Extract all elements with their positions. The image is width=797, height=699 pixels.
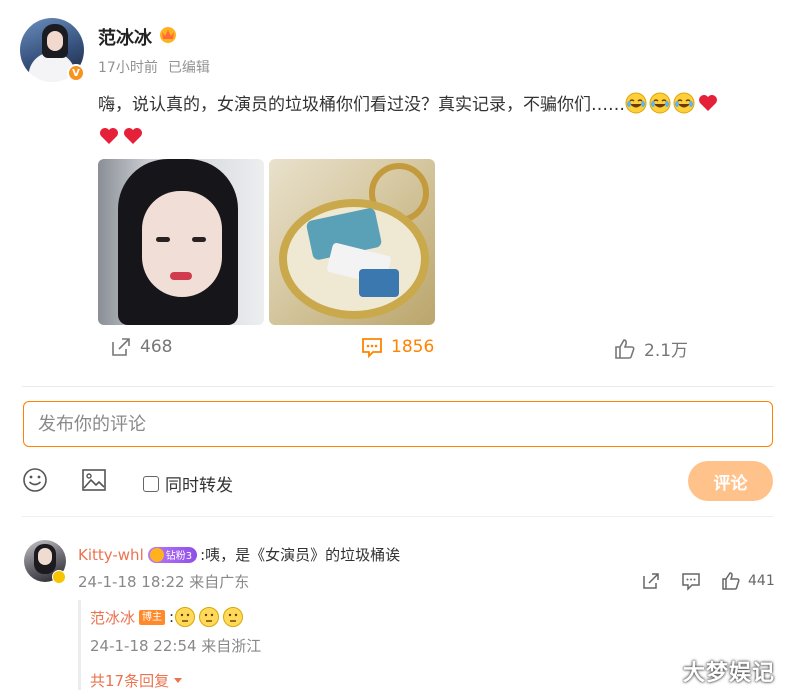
share-icon xyxy=(112,338,130,356)
post-time[interactable]: 17小时前 xyxy=(98,57,158,77)
post-actions: 468 1856 2.1万 xyxy=(0,336,797,364)
thinking-emoji-icon xyxy=(223,607,244,627)
comment-like-icon[interactable] xyxy=(721,571,741,591)
author-name[interactable]: 范冰冰 xyxy=(98,24,152,50)
reply-author-name[interactable]: 范冰冰 xyxy=(90,607,135,628)
comment-count: 1856 xyxy=(391,337,435,357)
post-text-main: 嗨，说认真的，女演员的垃圾桶你们看过没？真实记录，不骗你们…… xyxy=(98,95,625,115)
reply-thread-line xyxy=(78,600,81,690)
fan-level-badge: 钻粉3 xyxy=(147,546,198,563)
image-icon[interactable] xyxy=(81,467,107,493)
comment-like-count: 441 xyxy=(748,573,775,589)
reply-meta: 24-1-18 22:54 来自浙江 xyxy=(90,637,262,655)
submit-comment-button[interactable]: 评论 xyxy=(688,461,773,501)
smiley-icon[interactable] xyxy=(22,467,48,493)
repost-label: 同时转发 xyxy=(165,476,233,496)
chevron-down-icon xyxy=(174,677,183,683)
post-meta: 17小时前 已编辑 xyxy=(98,57,210,77)
crown-icon xyxy=(160,27,176,43)
fan-badge-icon xyxy=(149,547,164,562)
reply-line: 范冰冰 博主 : xyxy=(90,606,246,628)
comment-share-icon[interactable] xyxy=(641,571,661,591)
comment-line: Kitty-whl 钻粉3 :咦，是《女演员》的垃圾桶诶 xyxy=(78,544,400,565)
comment-icon xyxy=(362,338,382,358)
comment-tools: 441 xyxy=(0,571,797,591)
host-badge: 博主 xyxy=(139,609,166,625)
share-count: 468 xyxy=(140,337,173,357)
divider xyxy=(22,516,774,517)
comment-text: :咦，是《女演员》的垃圾桶诶 xyxy=(200,546,401,564)
heart-emoji-icon xyxy=(100,128,118,144)
trash-bin-photo[interactable] xyxy=(269,159,435,325)
share-button[interactable]: 468 xyxy=(110,336,172,358)
laugh-cry-emoji-icon xyxy=(673,92,695,114)
heart-emoji-icon xyxy=(124,128,142,144)
selfie-photo[interactable] xyxy=(98,159,264,325)
repost-checkbox[interactable] xyxy=(143,475,159,492)
like-count: 2.1万 xyxy=(644,341,689,361)
comment-button[interactable]: 1856 xyxy=(361,336,434,358)
comment-reply-icon[interactable] xyxy=(681,571,701,591)
more-replies-link[interactable]: 共17条回复 xyxy=(90,670,183,691)
like-button[interactable]: 2.1万 xyxy=(614,336,688,361)
edited-label[interactable]: 已编辑 xyxy=(168,57,210,77)
thumbs-up-icon xyxy=(615,338,635,359)
composer-tools: 同时转发 xyxy=(0,465,797,496)
repost-toggle[interactable]: 同时转发 xyxy=(143,471,233,496)
fan-badge-label: 钻粉3 xyxy=(165,551,193,562)
commenter-name[interactable]: Kitty-whl xyxy=(78,546,144,564)
laugh-cry-emoji-icon xyxy=(649,92,671,114)
verified-badge-icon: V xyxy=(67,64,85,82)
laugh-cry-emoji-icon xyxy=(625,92,647,114)
more-replies-label: 共17条回复 xyxy=(90,672,170,690)
thinking-emoji-icon xyxy=(175,607,196,627)
post-text: 嗨，说认真的，女演员的垃圾桶你们看过没？真实记录，不骗你们…… xyxy=(98,89,778,155)
heart-emoji-icon xyxy=(699,95,717,111)
comment-input[interactable] xyxy=(23,401,773,447)
watermark: 大梦娱记 xyxy=(683,661,776,686)
divider xyxy=(22,386,774,387)
thinking-emoji-icon xyxy=(199,607,220,627)
